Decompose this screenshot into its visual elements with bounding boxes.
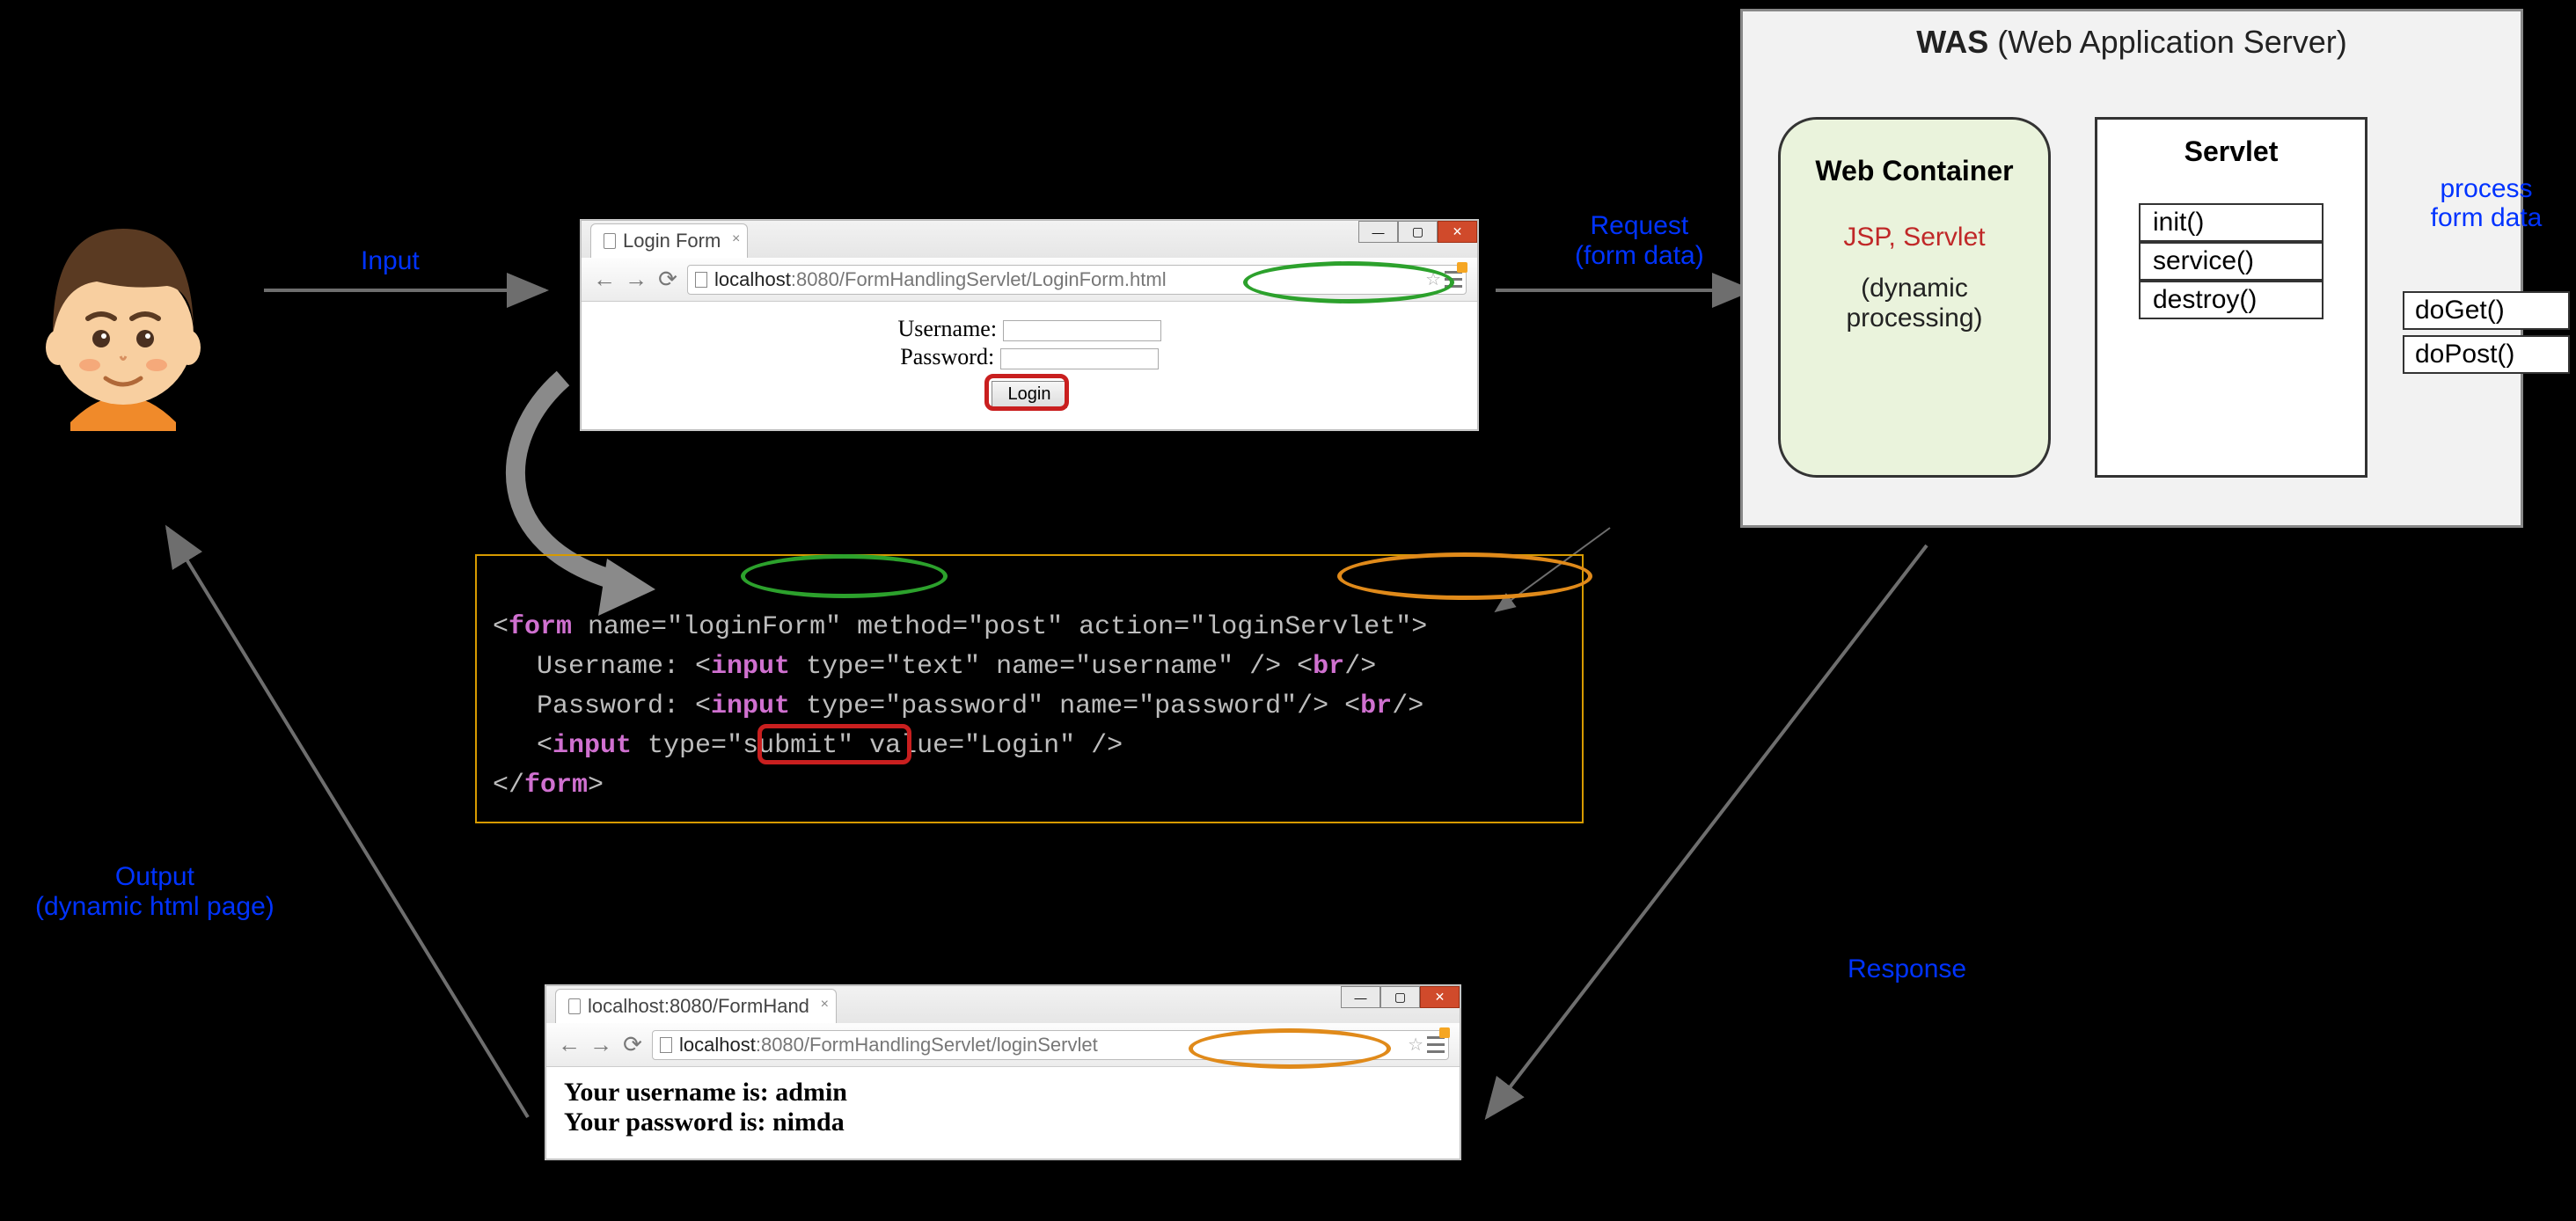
login-highlight-ring xyxy=(984,374,1069,411)
username-input[interactable] xyxy=(1003,320,1161,341)
process-form-data-label: process form data xyxy=(2394,174,2576,232)
was-box: WAS (Web Application Server) Web Contain… xyxy=(1740,9,2523,528)
minimize-button[interactable]: — xyxy=(1358,221,1398,243)
browser-viewport: Your username is: admin Your password is… xyxy=(546,1067,1460,1159)
window-controls: — ▢ ✕ xyxy=(1358,221,1477,243)
process-label-l2: form data xyxy=(2394,203,2576,232)
web-container-box: Web Container JSP, Servlet (dynamic proc… xyxy=(1778,117,2051,478)
url-path: :8080/FormHandlingServlet/LoginForm.html xyxy=(791,268,1167,291)
browser-tab[interactable]: localhost:8080/FormHand × xyxy=(555,989,837,1023)
browser-viewport: Username: Password: Login xyxy=(582,302,1477,429)
response-label: Response xyxy=(1848,954,1966,984)
tab-title: Login Form xyxy=(623,230,721,252)
password-input[interactable] xyxy=(1000,348,1159,369)
output-label: Output (dynamic html page) xyxy=(35,862,274,922)
web-container-title: Web Container xyxy=(1781,155,2048,187)
document-icon xyxy=(568,998,581,1014)
minimize-button[interactable]: — xyxy=(1341,986,1380,1008)
code-loginform-ring xyxy=(741,554,948,598)
back-button[interactable]: ← xyxy=(592,266,617,293)
close-icon[interactable]: × xyxy=(732,231,740,247)
page-icon xyxy=(695,272,707,288)
request-label-line1: Request xyxy=(1575,211,1704,241)
password-label: Password: xyxy=(900,344,994,369)
method-init: init() xyxy=(2139,203,2324,242)
output-password: Your password is: nimda xyxy=(564,1108,1442,1137)
method-doget: doGet() xyxy=(2403,291,2570,330)
code-form-name: "loginForm" xyxy=(667,612,841,642)
username-label: Username: xyxy=(897,316,997,341)
close-button[interactable]: ✕ xyxy=(1420,986,1460,1008)
output-label-line2: (dynamic html page) xyxy=(35,892,274,922)
forward-button[interactable]: → xyxy=(589,1031,613,1058)
browser-login-form: Login Form × — ▢ ✕ ← → ⟳ localhost:8080/… xyxy=(581,220,1478,430)
method-destroy: destroy() xyxy=(2139,281,2324,319)
servlet-lifecycle-methods: init() service() destroy() xyxy=(2139,203,2324,319)
code-submit-ring xyxy=(757,724,911,764)
process-label-l1: process xyxy=(2394,174,2576,203)
browser-tab[interactable]: Login Form × xyxy=(590,223,748,258)
tab-title: localhost:8080/FormHand xyxy=(588,995,809,1018)
notification-badge xyxy=(1457,262,1467,273)
code-loginservlet-ring xyxy=(1337,552,1592,600)
output-username: Your username is: admin xyxy=(564,1078,1442,1108)
reload-button[interactable]: ⟳ xyxy=(655,266,680,293)
close-icon[interactable]: × xyxy=(821,997,829,1013)
output-label-line1: Output xyxy=(35,862,274,892)
request-label-line2: (form data) xyxy=(1575,241,1704,271)
bookmark-icon[interactable]: ☆ xyxy=(1408,1034,1423,1056)
jsp-servlet-label: JSP, Servlet xyxy=(1781,223,2048,252)
browser-output: localhost:8080/FormHand × — ▢ ✕ ← → ⟳ lo… xyxy=(545,985,1460,1159)
forward-button[interactable]: → xyxy=(624,266,648,293)
url-path: :8080/FormHandlingServlet/loginServlet xyxy=(756,1034,1098,1056)
was-title-rest: (Web Application Server) xyxy=(1988,24,2347,60)
notification-badge xyxy=(1439,1027,1450,1038)
browser-tabstrip: localhost:8080/FormHand × — ▢ ✕ xyxy=(546,986,1460,1023)
method-dopost: doPost() xyxy=(2403,335,2570,374)
url-loginservlet-ring xyxy=(1189,1028,1391,1069)
maximize-button[interactable]: ▢ xyxy=(1380,986,1420,1008)
document-icon xyxy=(604,233,616,249)
method-service: service() xyxy=(2139,242,2324,281)
back-button[interactable]: ← xyxy=(557,1031,582,1058)
close-button[interactable]: ✕ xyxy=(1438,221,1477,243)
url-host: localhost xyxy=(679,1034,756,1056)
page-icon xyxy=(660,1037,672,1053)
request-label: Request (form data) xyxy=(1575,211,1704,271)
user-avatar xyxy=(35,202,211,435)
reload-button[interactable]: ⟳ xyxy=(620,1031,645,1058)
browser-tabstrip: Login Form × — ▢ ✕ xyxy=(582,221,1477,258)
url-host: localhost xyxy=(714,268,791,291)
servlet-box: Servlet init() service() destroy() xyxy=(2095,117,2367,478)
was-title: WAS (Web Application Server) xyxy=(1743,24,2521,61)
dynamic-processing-label: (dynamic processing) xyxy=(1781,274,2048,333)
code-form-action: "loginServlet" xyxy=(1189,612,1411,642)
maximize-button[interactable]: ▢ xyxy=(1398,221,1438,243)
window-controls: — ▢ ✕ xyxy=(1341,986,1460,1008)
url-highlight-ring xyxy=(1243,261,1454,303)
was-title-bold: WAS xyxy=(1916,24,1988,60)
input-label: Input xyxy=(361,246,420,276)
servlet-title: Servlet xyxy=(2097,135,2365,168)
